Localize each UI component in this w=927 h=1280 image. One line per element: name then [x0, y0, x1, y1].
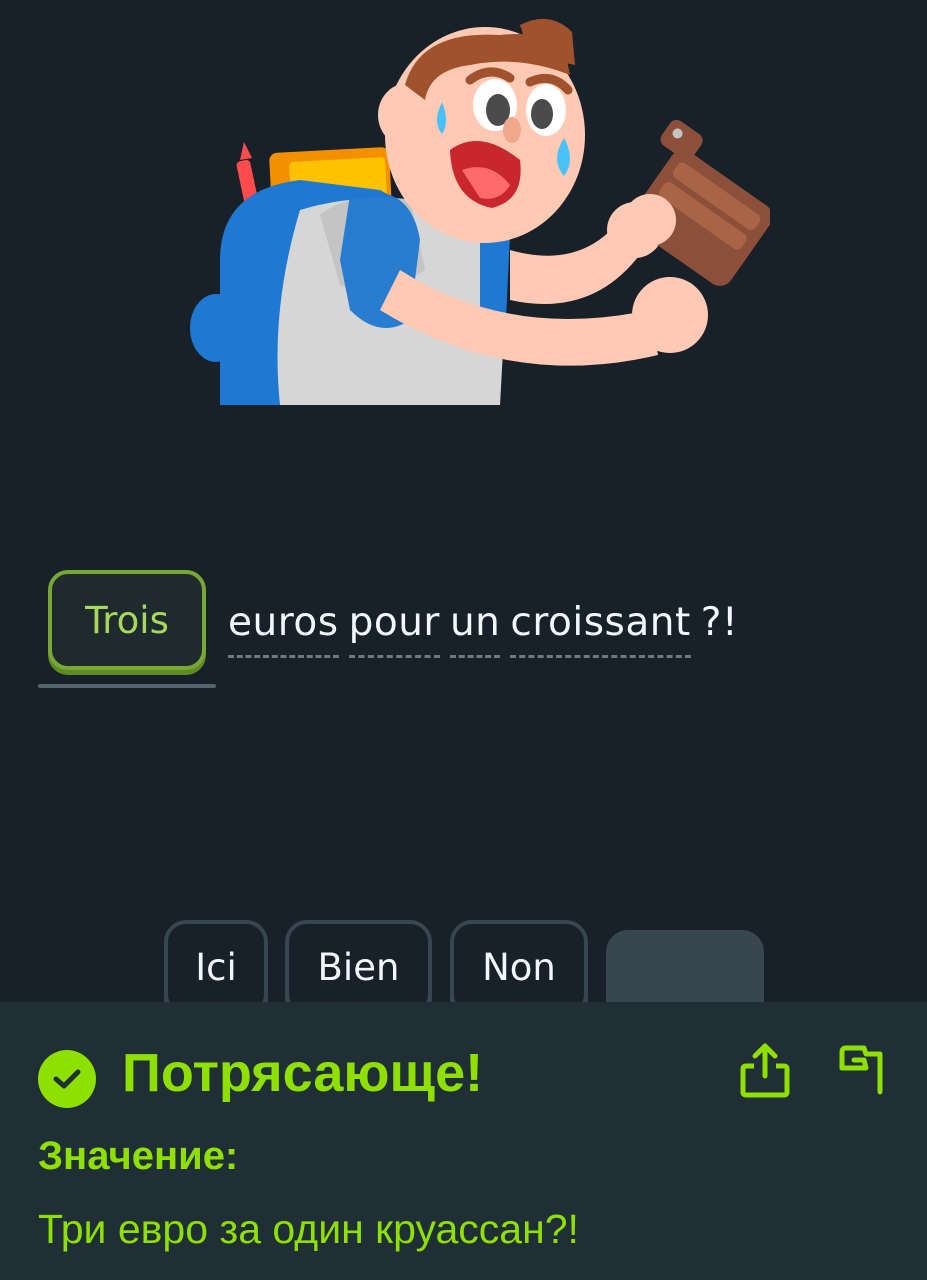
feedback-title: Потрясающе! — [122, 1043, 484, 1103]
answer-slot-underline — [38, 684, 216, 688]
word-chip-label: Bien — [317, 946, 400, 989]
selected-word-chip[interactable]: Trois — [48, 570, 206, 670]
sentence-row: Trois euros pour un croissant?! — [38, 570, 898, 700]
sentence-word[interactable]: pour — [348, 600, 440, 658]
sentence-word[interactable]: euros — [228, 600, 339, 658]
sentence-word[interactable]: croissant — [510, 600, 691, 658]
flag-icon[interactable] — [834, 1040, 888, 1100]
selected-word-label: Trois — [85, 598, 169, 642]
lesson-screen: Trois euros pour un croissant?! Ici Bien No… — [0, 0, 927, 1280]
feedback-panel: Потрясающе! Значение: Три евро за один к… — [0, 1002, 927, 1280]
sentence-word[interactable]: un — [449, 600, 501, 658]
word-chip-label: Non — [482, 946, 556, 989]
answer-slot: Trois — [38, 570, 216, 688]
character-illustration — [190, 18, 770, 405]
share-icon[interactable] — [738, 1040, 792, 1100]
check-circle-icon — [38, 1050, 96, 1108]
meaning-text: Три евро за один круассан?! — [38, 1206, 579, 1252]
sentence-text: euros pour un croissant?! — [228, 600, 738, 658]
sentence-punctuation: ?! — [700, 600, 739, 645]
meaning-label: Значение: — [38, 1134, 239, 1178]
word-chip-label: Ici — [195, 946, 237, 989]
